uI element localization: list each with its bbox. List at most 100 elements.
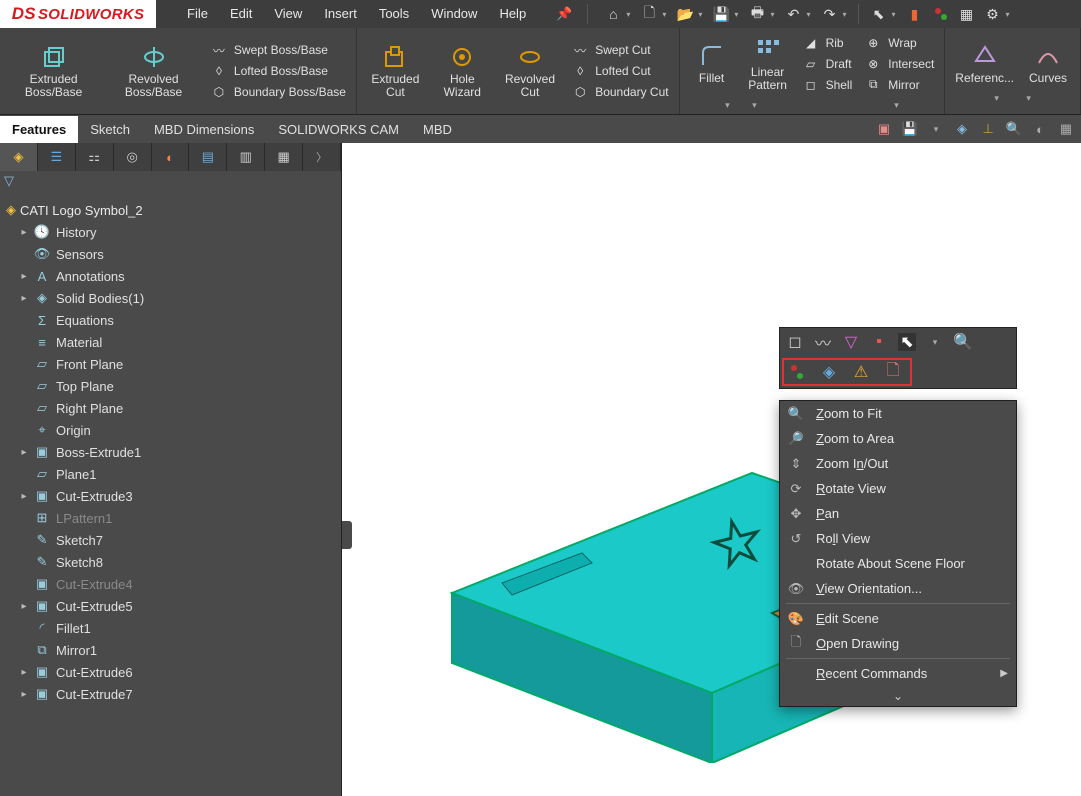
tab-mbd[interactable]: MBD (411, 116, 464, 143)
tree-item[interactable]: ▱Right Plane (6, 397, 341, 419)
filter-icon[interactable]: ▽ (4, 173, 20, 189)
context-menu-item[interactable]: ⇕Zoom In/Out (780, 451, 1016, 476)
tab-solidworks-cam[interactable]: SOLIDWORKS CAM (266, 116, 411, 143)
extruded-cut-button[interactable]: Extruded Cut (361, 39, 430, 103)
expand-icon[interactable]: ▸ (20, 293, 28, 304)
traffic-icon[interactable] (788, 363, 806, 381)
zoom-icon[interactable]: 🔍 (1005, 120, 1023, 138)
context-menu-item[interactable]: Recent Commands▶ (780, 661, 1016, 686)
property-tab[interactable]: ☰ (38, 143, 76, 171)
expand-menu-icon[interactable]: ⌄ (780, 686, 1016, 706)
save-icon[interactable]: 💾 (710, 3, 732, 25)
display-tab[interactable]: ◐ (152, 143, 190, 171)
context-menu-item[interactable]: 👁View Orientation... (780, 576, 1016, 601)
dropdown-icon[interactable]: ▾ ▾ ▾ (684, 96, 941, 111)
traffic-icon[interactable]: ▮ (904, 3, 926, 25)
boundary-boss-button[interactable]: ⬡Boundary Boss/Base (210, 83, 346, 101)
lofted-boss-button[interactable]: ◊Lofted Boss/Base (210, 62, 346, 80)
filter-icon[interactable]: ▽ (842, 333, 860, 351)
cube-icon[interactable]: ◈ (820, 363, 838, 381)
cursor-icon[interactable]: ⬉ (898, 333, 916, 351)
menu-help[interactable]: Help (488, 6, 537, 22)
expand-icon[interactable]: ▸ (20, 227, 28, 238)
select-box-icon[interactable]: ◻ (786, 333, 804, 351)
tree-item[interactable]: ΣEquations (6, 309, 341, 331)
hole-wizard-button[interactable]: Hole Wizard (430, 39, 495, 103)
context-menu-item[interactable]: Rotate About Scene Floor (780, 551, 1016, 576)
open-icon[interactable]: 📂 (674, 3, 696, 25)
revolved-cut-button[interactable]: Revolved Cut (495, 39, 565, 103)
select-icon[interactable]: ⬉ (867, 3, 889, 25)
shell-button[interactable]: ◻Shell (802, 76, 853, 94)
home-icon[interactable]: ⌂ (602, 3, 624, 25)
expand-icon[interactable]: ▸ (20, 491, 28, 502)
curves-button[interactable]: Curves (1020, 38, 1076, 89)
context-menu-item[interactable]: ✥Pan (780, 501, 1016, 526)
tree-item[interactable]: ▱Front Plane (6, 353, 341, 375)
cam-tool-tab[interactable]: ▦ (265, 143, 303, 171)
wrap-button[interactable]: ⊕Wrap (864, 34, 934, 52)
options-icon[interactable]: ▦ (956, 3, 978, 25)
graphics-viewport[interactable]: CAM ◻ 〰 ▽ ▪ ⬉ ▾ 🔍 ◈ ⚠ 🗋 (342, 143, 1081, 796)
menu-insert[interactable]: Insert (313, 6, 368, 22)
menu-file[interactable]: File (176, 6, 219, 22)
axis-icon[interactable]: ⊥ (979, 120, 997, 138)
tree-item[interactable]: ▸AAnnotations (6, 265, 341, 287)
tree-item[interactable]: ▸🕓History (6, 221, 341, 243)
tree-item[interactable]: ⌖Origin (6, 419, 341, 441)
expand-icon[interactable]: ▸ (20, 689, 28, 700)
intersect-button[interactable]: ⊗Intersect (864, 55, 934, 73)
traffic-icon-2[interactable] (930, 3, 952, 25)
color-icon[interactable]: ▪ (870, 333, 888, 351)
expand-icon[interactable]: ▸ (20, 667, 28, 678)
print-icon[interactable]: 🖶 (746, 3, 768, 25)
tree-item[interactable]: ▸◈Solid Bodies(1) (6, 287, 341, 309)
context-menu-item[interactable]: 🔍Zoom to Fit (780, 401, 1016, 426)
context-menu-item[interactable]: ⟳Rotate View (780, 476, 1016, 501)
swept-cut-button[interactable]: 〰Swept Cut (571, 41, 668, 59)
save-view-icon[interactable]: 💾 (901, 120, 919, 138)
reference-geometry-button[interactable]: Referenc... (949, 38, 1020, 89)
dropdown-icon[interactable]: ▾ (891, 10, 895, 19)
feature-tree-tab[interactable]: ◈ (0, 143, 38, 171)
gear-icon[interactable]: ⚙ (982, 3, 1004, 25)
dropdown-icon[interactable]: ▾ (698, 10, 702, 19)
context-menu-item[interactable]: 🎨Edit Scene (780, 606, 1016, 631)
warning-icon[interactable]: ⚠ (852, 363, 870, 381)
pin-icon[interactable]: 📌 (545, 6, 583, 22)
fillet-button[interactable]: Fillet (684, 32, 740, 96)
lofted-cut-button[interactable]: ◊Lofted Cut (571, 62, 668, 80)
tree-item[interactable]: ✎Sketch8 (6, 551, 341, 573)
context-menu-item[interactable]: 🔎Zoom to Area (780, 426, 1016, 451)
menu-tools[interactable]: Tools (368, 6, 420, 22)
tree-item[interactable]: ▣Cut-Extrude4 (6, 573, 341, 595)
context-menu-item[interactable]: 🗋Open Drawing (780, 631, 1016, 656)
tree-item[interactable]: ⧉Mirror1 (6, 639, 341, 661)
dropdown-icon[interactable]: ▾ (926, 333, 944, 351)
tree-item[interactable]: 👁Sensors (6, 243, 341, 265)
tab-mbd-dimensions[interactable]: MBD Dimensions (142, 116, 266, 143)
dropdown-icon[interactable]: ▾ (734, 10, 738, 19)
dropdown-icon[interactable]: ▾ ▾ (949, 89, 1076, 104)
new-icon[interactable]: 🗋 (638, 3, 660, 25)
dropdown-icon[interactable]: ▾ (626, 10, 630, 19)
swept-boss-button[interactable]: 〰Swept Boss/Base (210, 41, 346, 59)
tab-features[interactable]: Features (0, 116, 78, 143)
display-icon[interactable]: ▦ (1057, 120, 1075, 138)
tree-item[interactable]: ⊞LPattern1 (6, 507, 341, 529)
tree-item[interactable]: ◜Fillet1 (6, 617, 341, 639)
cam-op-tab[interactable]: ▥ (227, 143, 265, 171)
document-icon[interactable]: 🗋 (884, 363, 902, 381)
zoom-icon[interactable]: 🔍 (954, 333, 972, 351)
expand-icon[interactable]: ▸ (20, 271, 28, 282)
boundary-cut-button[interactable]: ⬡Boundary Cut (571, 83, 668, 101)
cube-icon[interactable]: ◈ (953, 120, 971, 138)
context-menu-item[interactable]: ↺Roll View (780, 526, 1016, 551)
dropdown-icon[interactable]: ▾ (662, 10, 666, 19)
dimxpert-tab[interactable]: ◎ (114, 143, 152, 171)
tree-root[interactable]: ◈ CATI Logo Symbol_2 (6, 199, 341, 221)
tree-item[interactable]: ▸▣Cut-Extrude7 (6, 683, 341, 705)
dropdown-icon[interactable]: ▾ (1006, 10, 1010, 19)
section-icon[interactable]: ◐ (1031, 120, 1049, 138)
redo-icon[interactable]: ↷ (818, 3, 840, 25)
